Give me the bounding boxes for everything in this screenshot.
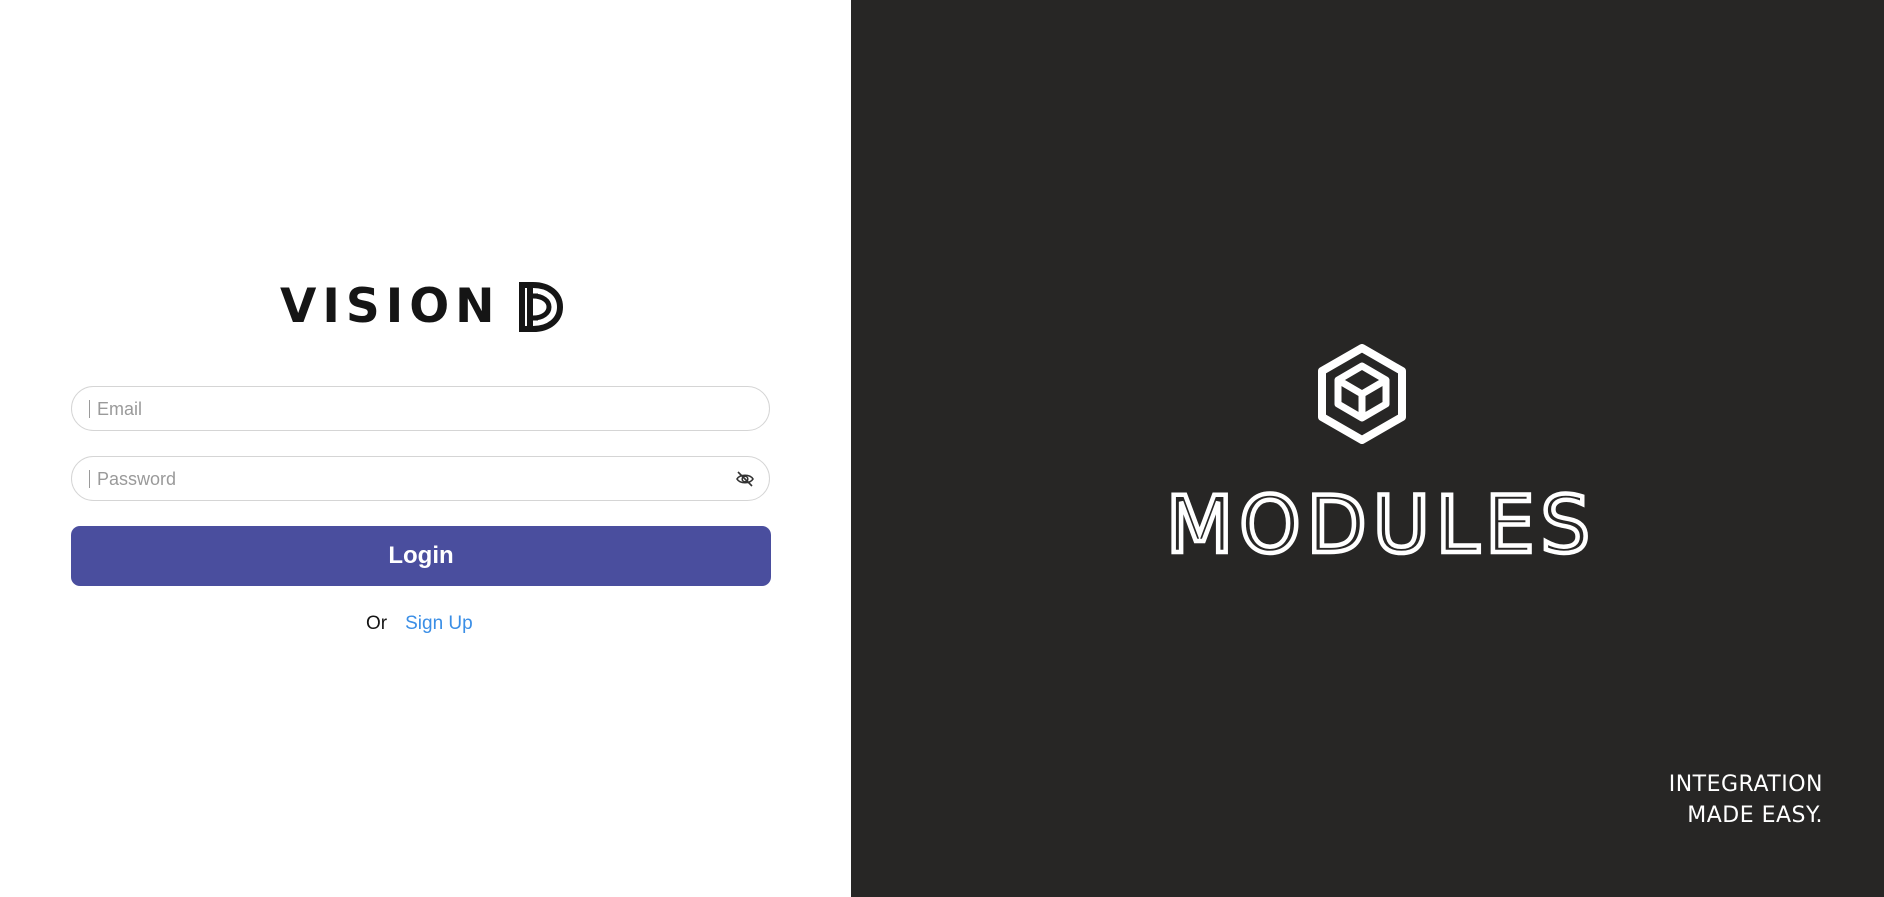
password-input[interactable] <box>88 457 739 502</box>
email-input[interactable] <box>88 387 739 432</box>
password-field[interactable] <box>71 456 770 502</box>
signup-row: Or Sign Up <box>366 612 473 636</box>
product-name: MODULES <box>1171 490 1591 560</box>
login-panel: VISION Login Or Sign Up <box>0 0 851 897</box>
cube-icon <box>1318 344 1406 444</box>
or-text: Or <box>366 613 388 634</box>
login-button[interactable]: Login <box>71 526 771 586</box>
email-field[interactable] <box>71 386 770 432</box>
tagline-line-2: MADE EASY. <box>1687 803 1823 828</box>
login-page: VISION Login Or Sign Up <box>0 0 1884 897</box>
tagline: INTEGRATION MADE EASY. <box>1669 769 1823 831</box>
brand-panel: MODULES INTEGRATION MADE EASY. <box>851 0 1884 897</box>
tagline-line-1: INTEGRATION <box>1668 772 1823 797</box>
brand-name: VISION <box>280 279 501 334</box>
signup-link[interactable]: Sign Up <box>405 613 473 635</box>
vision-d-mark-icon <box>518 282 563 332</box>
vision-logo: VISION <box>280 282 563 332</box>
eye-slash-icon[interactable] <box>735 469 755 489</box>
product-name-text: MODULES <box>1171 490 1591 560</box>
